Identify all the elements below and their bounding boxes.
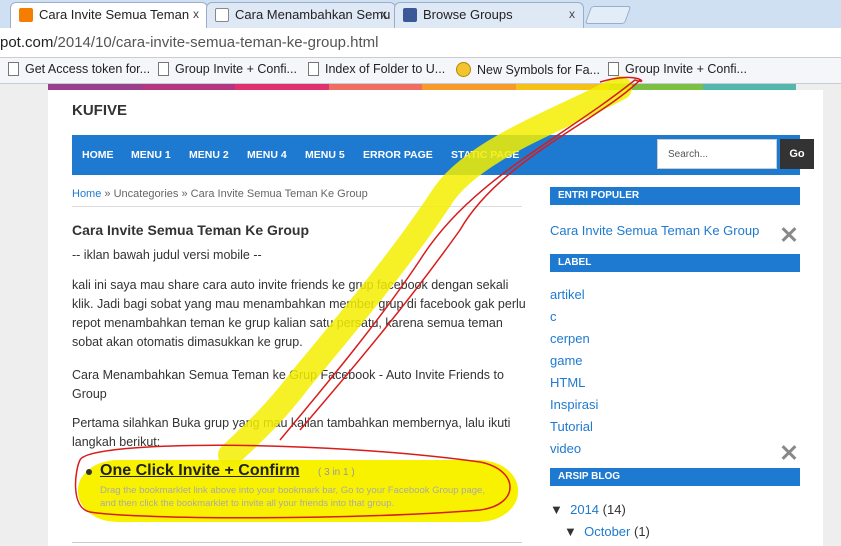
- archive-month-count: (1): [633, 524, 650, 539]
- post-paragraph: kali ini saya mau share cara auto invite…: [72, 278, 526, 349]
- breadcrumb-separator: »: [178, 188, 191, 200]
- nav-menu-5[interactable]: MENU 5: [305, 149, 345, 161]
- nav-static-page[interactable]: STATIC PAGE: [451, 149, 519, 161]
- close-icon[interactable]: x: [193, 7, 199, 21]
- page-viewport: KUFIVE HOME MENU 1 MENU 2 MENU 4 MENU 5 …: [0, 84, 841, 546]
- nav-menu-4[interactable]: MENU 4: [247, 149, 287, 161]
- tab-label: Browse Groups: [423, 7, 513, 22]
- bookmark-item[interactable]: Group Invite + Confi...: [608, 62, 747, 76]
- browser-tab-bar: Cara Invite Semua Teman x Cara Menambahk…: [0, 0, 841, 28]
- url-domain: pot.com: [0, 34, 54, 51]
- tab-label: Cara Invite Semua Teman: [39, 7, 190, 22]
- archive-year[interactable]: ▼ 2014 (14): [550, 502, 626, 517]
- archive-year-label[interactable]: 2014: [570, 502, 599, 517]
- tab-cara-menambahkan[interactable]: Cara Menambahkan Semu x: [206, 2, 396, 28]
- label-link[interactable]: video: [550, 441, 581, 456]
- divider: [72, 542, 522, 543]
- page-icon: [215, 8, 229, 22]
- address-bar[interactable]: pot.com/2014/10/cara-invite-semua-teman-…: [0, 28, 841, 58]
- list-bullet: [86, 469, 92, 475]
- bookmark-item[interactable]: New Symbols for Fa...: [456, 62, 600, 77]
- label-link[interactable]: game: [550, 353, 583, 368]
- blogger-icon: [19, 8, 33, 22]
- label-link[interactable]: cerpen: [550, 331, 590, 346]
- go-button[interactable]: Go: [780, 139, 814, 169]
- label-link[interactable]: HTML: [550, 375, 585, 390]
- popular-post-link[interactable]: Cara Invite Semua Teman Ke Group: [550, 223, 759, 238]
- post-title: Cara Invite Semua Teman Ke Group: [72, 222, 310, 238]
- post-paragraph: Cara Menambahkan Semua Teman ke Grup Fac…: [72, 368, 504, 401]
- nav-error-page[interactable]: ERROR PAGE: [363, 149, 433, 161]
- close-icon[interactable]: x: [381, 7, 387, 21]
- search-input[interactable]: Search...: [657, 139, 777, 169]
- ad-placeholder: -- iklan bawah judul versi mobile --: [72, 248, 262, 262]
- bookmark-label: Group Invite + Confi...: [175, 62, 297, 76]
- archive-month[interactable]: ▼ October (1): [564, 524, 650, 539]
- nav-home[interactable]: HOME: [82, 149, 114, 161]
- breadcrumb-home[interactable]: Home: [72, 188, 101, 200]
- breadcrumb-current: Cara Invite Semua Teman Ke Group: [190, 188, 368, 200]
- sidebar-heading-label: LABEL: [550, 254, 800, 272]
- bookmarklet-link[interactable]: One Click Invite + Confirm: [100, 462, 300, 480]
- tab-browse-groups[interactable]: Browse Groups x: [394, 2, 584, 28]
- tab-label: Cara Menambahkan Semu: [235, 7, 391, 22]
- breadcrumb: Home » Uncategories » Cara Invite Semua …: [72, 188, 368, 200]
- bookmark-item[interactable]: Index of Folder to U...: [308, 62, 445, 76]
- label-link[interactable]: Tutorial: [550, 419, 593, 434]
- archive-year-count: (14): [602, 502, 626, 517]
- bookmarklet-note: ( 3 in 1 ): [318, 467, 355, 478]
- archive-month-label[interactable]: October: [584, 524, 630, 539]
- divider: [72, 206, 522, 207]
- bookmarklet-description: Drag the bookmarklet link above into you…: [100, 485, 485, 509]
- bookmark-label: Group Invite + Confi...: [625, 62, 747, 76]
- page-icon: [308, 62, 319, 76]
- tools-icon: [778, 224, 798, 244]
- breadcrumb-category[interactable]: Uncategories: [114, 188, 179, 200]
- tools-icon: [778, 442, 798, 462]
- sidebar-heading-popular: ENTRI POPULER: [550, 187, 800, 205]
- smiley-icon: [456, 62, 471, 77]
- arrow-down-icon[interactable]: ▼: [550, 502, 563, 517]
- nav-bar: HOME MENU 1 MENU 2 MENU 4 MENU 5 ERROR P…: [72, 135, 814, 175]
- breadcrumb-separator: »: [101, 188, 114, 200]
- bookmark-label: Get Access token for...: [25, 62, 151, 76]
- label-link[interactable]: Inspirasi: [550, 397, 598, 412]
- facebook-icon: [403, 8, 417, 22]
- url-path: /2014/10/cara-invite-semua-teman-ke-grou…: [53, 34, 379, 51]
- tab-cara-invite[interactable]: Cara Invite Semua Teman x: [10, 2, 208, 28]
- blog-container: KUFIVE HOME MENU 1 MENU 2 MENU 4 MENU 5 …: [48, 90, 823, 546]
- arrow-down-icon[interactable]: ▼: [564, 524, 577, 539]
- bookmarks-bar: Get Access token for... Group Invite + C…: [0, 58, 841, 84]
- sidebar-heading-archive: ARSIP BLOG: [550, 468, 800, 486]
- nav-menu-1[interactable]: MENU 1: [131, 149, 171, 161]
- nav-menu-2[interactable]: MENU 2: [189, 149, 229, 161]
- page-icon: [158, 62, 169, 76]
- post-paragraph: Pertama silahkan Buka grup yang mau kali…: [72, 416, 511, 449]
- bookmark-label: New Symbols for Fa...: [477, 63, 600, 77]
- page-icon: [608, 62, 619, 76]
- label-link[interactable]: c: [550, 309, 557, 324]
- site-title[interactable]: KUFIVE: [72, 102, 127, 119]
- close-icon[interactable]: x: [569, 7, 575, 21]
- bookmark-label: Index of Folder to U...: [325, 62, 446, 76]
- new-tab-button[interactable]: [584, 6, 632, 24]
- label-link[interactable]: artikel: [550, 287, 585, 302]
- bookmark-item[interactable]: Group Invite + Confi...: [158, 62, 297, 76]
- bookmark-item[interactable]: Get Access token for...: [8, 62, 150, 76]
- page-icon: [8, 62, 19, 76]
